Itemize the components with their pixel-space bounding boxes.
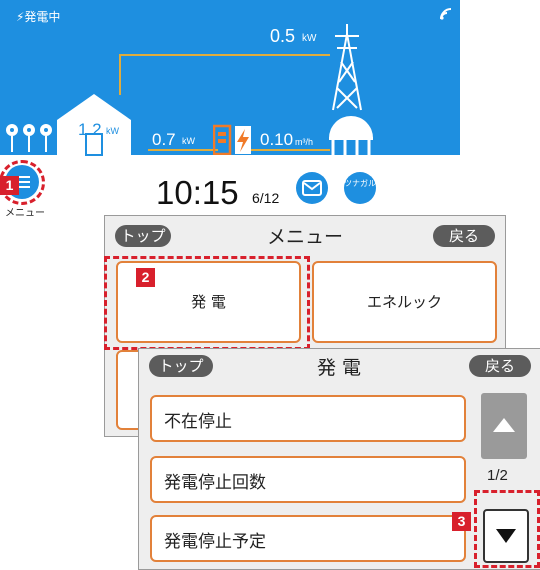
list-item-label: 不在停止 [164,412,232,432]
menu-item-eneluck[interactable]: エネルック [312,261,497,343]
hatsuden-top-button[interactable]: トップ [149,355,213,377]
house-power-value: 1.2 [78,120,102,139]
mail-button[interactable] [296,172,328,204]
grid-power-value: 0.5 [270,26,296,46]
list-item-teishi-yotei[interactable]: 発電停止予定 [150,515,466,562]
menu-top-button[interactable]: トップ [115,225,171,247]
scroll-up-button[interactable] [481,393,527,459]
clock-time: 10:15 [156,174,239,211]
clock-date: 6/12 [252,190,280,206]
house-power-unit: kW [106,126,119,136]
gas-flow-unit: m³/h [295,137,313,147]
mail-icon [302,180,322,196]
gas-flow-value: 0.10 [260,130,294,149]
menu-back-button[interactable]: 戻る [433,225,495,247]
callout-badge-3: 3 [452,512,471,531]
generation-power-unit: kW [182,136,195,146]
menu-label: メニュー [5,208,45,219]
menu-item-eneluck-label: エネルック [366,293,442,311]
fuel-cell-icon [213,124,251,155]
tsunagaru-button[interactable]: ツナガル [344,172,376,204]
flowers-icon [6,124,52,152]
home-screen: ⚡発電中 0.5 kW 1.2 kW 0.7 kW 0.10 m³/h メニュー… [0,0,460,225]
gas-tank-icon [329,116,373,155]
power-pylon-icon [332,24,362,111]
up-triangle-icon [493,418,515,432]
hatsuden-back-button[interactable]: 戻る [469,355,531,377]
list-item-teishi-kaisu[interactable]: 発電停止回数 [150,456,466,503]
callout-highlight-3 [474,490,540,568]
callout-badge-1: 1 [0,176,19,195]
generation-power-value: 0.7 [152,130,176,149]
callout-badge-2: 2 [136,268,155,287]
page-indicator: 1/2 [487,467,508,484]
energy-display: ⚡発電中 0.5 kW 1.2 kW 0.7 kW 0.10 m³/h [0,0,460,156]
list-item-fuzai-teishi[interactable]: 不在停止 [150,395,466,442]
grid-power-unit: kW [302,33,317,44]
list-item-label: 発電停止回数 [164,473,266,493]
tsunagaru-label: ツナガル [344,179,376,188]
list-item-label: 発電停止予定 [164,532,266,552]
hatsuden-title: 発 電 [316,357,362,379]
callout-highlight-2 [104,256,310,350]
menu-title: メニュー [266,226,343,248]
